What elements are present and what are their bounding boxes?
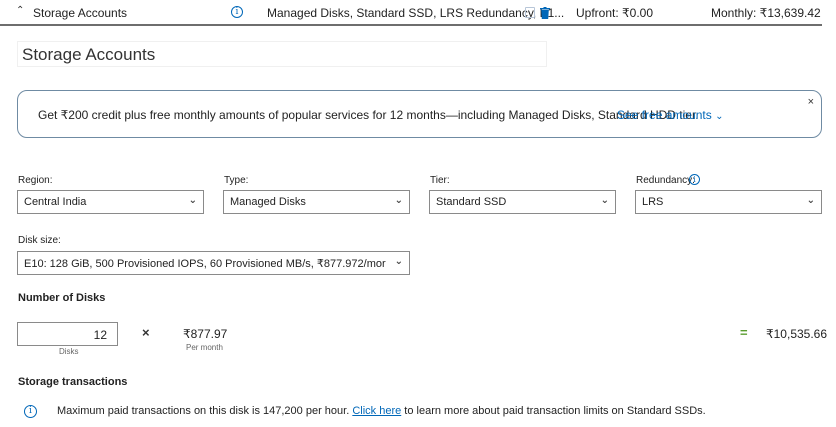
- info-icon[interactable]: i: [689, 174, 700, 185]
- disks-total: ₹10,535.66: [766, 327, 828, 341]
- see-free-amounts-link[interactable]: See free amounts ⌄: [617, 108, 723, 122]
- type-value: Managed Disks: [230, 196, 306, 208]
- disk-size-value: E10: 128 GiB, 500 Provisioned IOPS, 60 P…: [24, 258, 386, 270]
- tier-value: Standard SSD: [436, 196, 507, 208]
- disks-caption: Disks: [59, 347, 79, 356]
- redundancy-select[interactable]: LRS ⌄: [635, 190, 822, 214]
- estimate-row-header[interactable]: ⌃ Storage Accounts i Managed Disks, Stan…: [0, 0, 822, 26]
- redundancy-value: LRS: [642, 196, 664, 208]
- storage-transactions-heading: Storage transactions: [18, 376, 128, 388]
- per-month-caption: Per month: [186, 343, 223, 352]
- chevron-down-icon: ⌄: [394, 195, 403, 206]
- row-title: Storage Accounts: [33, 6, 128, 20]
- equals-sign: =: [740, 325, 748, 340]
- region-label: Region:: [18, 175, 53, 186]
- transactions-note: Maximum paid transactions on this disk i…: [57, 405, 706, 417]
- disk-size-select[interactable]: E10: 128 GiB, 500 Provisioned IOPS, 60 P…: [17, 251, 410, 275]
- delete-icon[interactable]: [540, 6, 550, 24]
- chevron-down-icon: ⌄: [600, 195, 609, 206]
- info-icon: i: [24, 405, 37, 418]
- redundancy-label: Redundancy:: [636, 175, 695, 186]
- disk-quantity-value: 12: [93, 328, 107, 342]
- copy-icon[interactable]: [525, 7, 535, 18]
- region-select[interactable]: Central India ⌄: [17, 190, 204, 214]
- chevron-down-icon: ⌄: [715, 111, 724, 122]
- disk-size-label: Disk size:: [18, 235, 61, 246]
- region-value: Central India: [24, 196, 87, 208]
- tier-select[interactable]: Standard SSD ⌄: [429, 190, 616, 214]
- row-description: Managed Disks, Standard SSD, LRS Redunda…: [267, 6, 565, 20]
- unit-price: ₹877.97: [183, 327, 228, 341]
- type-label: Type:: [224, 175, 249, 186]
- upfront-cost: Upfront: ₹0.00: [576, 6, 654, 20]
- chevron-down-icon: ⌄: [394, 256, 403, 267]
- service-name-value: Storage Accounts: [22, 45, 156, 64]
- service-name-input[interactable]: Storage Accounts: [17, 41, 547, 67]
- monthly-cost: Monthly: ₹13,639.42: [711, 6, 821, 20]
- multiply-sign: ×: [142, 325, 150, 340]
- chevron-down-icon: ⌄: [188, 195, 197, 206]
- banner-text: Get ₹200 credit plus free monthly amount…: [38, 108, 699, 122]
- type-select[interactable]: Managed Disks ⌄: [223, 190, 410, 214]
- free-credit-banner: Get ₹200 credit plus free monthly amount…: [17, 90, 822, 138]
- chevron-down-icon: ⌄: [806, 195, 815, 206]
- number-of-disks-heading: Number of Disks: [18, 292, 106, 304]
- click-here-link[interactable]: Click here: [352, 405, 401, 417]
- tier-label: Tier:: [430, 175, 450, 186]
- chevron-up-icon[interactable]: ⌃: [16, 5, 24, 16]
- close-icon[interactable]: ×: [808, 96, 814, 108]
- disk-quantity-input[interactable]: 12: [17, 322, 118, 346]
- info-icon[interactable]: i: [231, 6, 243, 18]
